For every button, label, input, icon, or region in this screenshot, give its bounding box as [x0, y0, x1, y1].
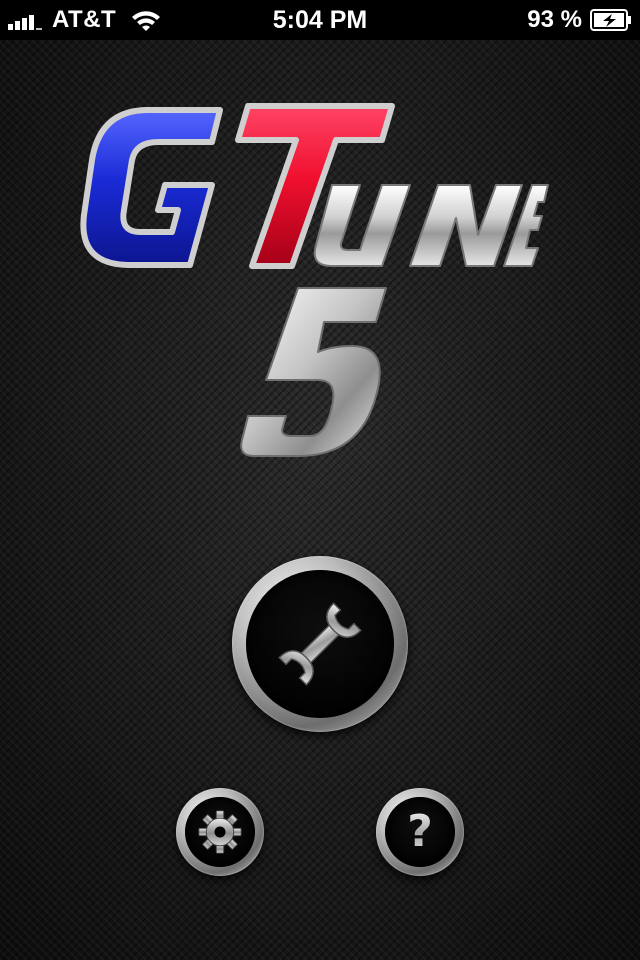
- wrench-icon: [278, 602, 362, 686]
- logo-version-5: [240, 287, 387, 457]
- status-bar: AT&T 5:04 PM 93 %: [0, 0, 640, 40]
- settings-button-face[interactable]: [185, 797, 255, 867]
- status-right: 93 %: [527, 6, 632, 34]
- battery-charging-icon: [590, 9, 631, 31]
- tune-button[interactable]: [232, 556, 408, 732]
- gtune-5-logo: [80, 103, 549, 457]
- help-button[interactable]: ?: [376, 788, 464, 876]
- question-mark-icon: ?: [407, 806, 433, 857]
- settings-button[interactable]: [176, 788, 264, 876]
- tune-button-face[interactable]: [246, 570, 394, 718]
- app-screen: AT&T 5:04 PM 93 % ?: [0, 0, 640, 960]
- logo-letter-g: [80, 107, 223, 268]
- help-button-face[interactable]: ?: [385, 797, 455, 867]
- battery-percentage: 93 %: [527, 6, 582, 33]
- gear-icon: [198, 810, 242, 854]
- logo-letters-une: [313, 184, 549, 267]
